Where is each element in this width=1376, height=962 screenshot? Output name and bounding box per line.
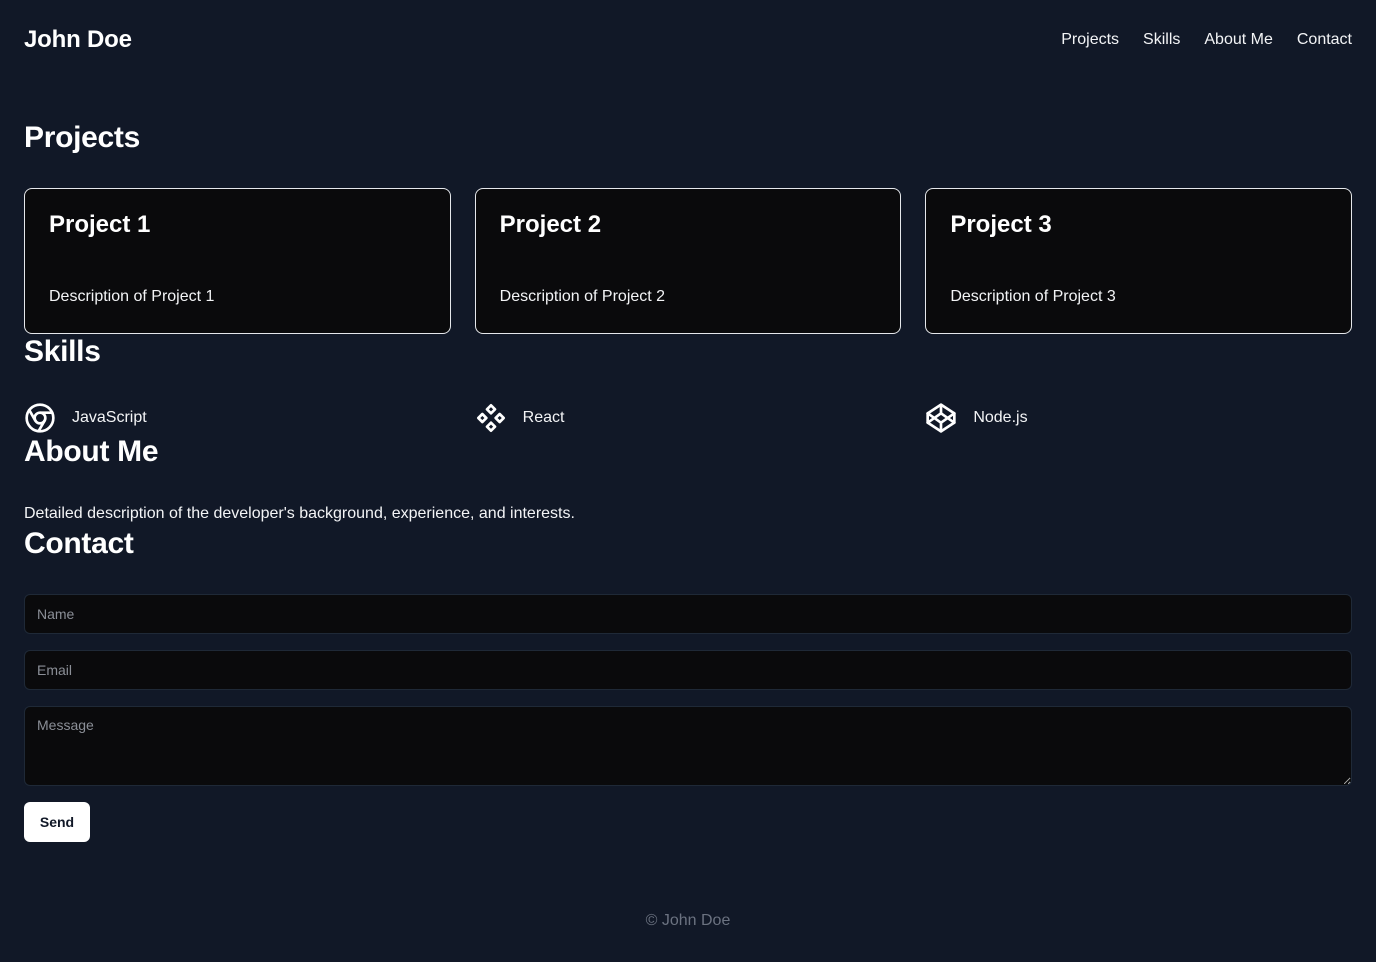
project-description: Description of Project 3	[950, 288, 1116, 305]
project-title: Project 2	[499, 211, 602, 238]
codepen-icon	[926, 403, 956, 433]
about-description: Detailed description of the developer's …	[24, 505, 575, 522]
about-heading: About Me	[24, 435, 159, 468]
project-card[interactable]: Project 3 Description of Project 3	[925, 188, 1352, 334]
skill-label: React	[522, 409, 565, 426]
site-header: John Doe Projects Skills About Me Contac…	[24, 24, 1352, 56]
send-button[interactable]: Send	[24, 802, 90, 842]
project-card[interactable]: Project 1 Description of Project 1	[24, 188, 451, 334]
nav-link-projects[interactable]: Projects	[1061, 31, 1119, 49]
projects-heading: Projects	[24, 121, 140, 154]
brand-name[interactable]: John Doe	[24, 26, 132, 54]
skill-item: React	[475, 400, 902, 436]
skill-item: Node.js	[925, 400, 1352, 436]
skills-list: JavaScript React Node.js	[24, 400, 1352, 436]
email-input[interactable]	[24, 650, 1352, 690]
chrome-icon	[25, 403, 55, 433]
project-card[interactable]: Project 2 Description of Project 2	[474, 188, 902, 334]
contact-heading: Contact	[24, 527, 134, 560]
name-input[interactable]	[24, 594, 1352, 634]
projects-grid: Project 1 Description of Project 1 Proje…	[24, 188, 1352, 334]
site-footer: © John Doe	[645, 912, 731, 929]
main-nav: Projects Skills About Me Contact	[1061, 31, 1352, 49]
project-title: Project 3	[950, 211, 1052, 238]
skill-label: JavaScript	[72, 409, 147, 426]
nav-link-skills[interactable]: Skills	[1143, 31, 1180, 49]
skill-label: Node.js	[973, 409, 1028, 426]
portfolio-page: John Doe Projects Skills About Me Contac…	[0, 0, 1376, 962]
message-textarea[interactable]	[24, 706, 1352, 786]
project-description: Description of Project 1	[49, 288, 215, 305]
skills-heading: Skills	[24, 335, 101, 368]
nav-link-about[interactable]: About Me	[1204, 31, 1272, 49]
diamond-cluster-icon	[476, 404, 505, 432]
nav-link-contact[interactable]: Contact	[1297, 31, 1352, 49]
project-title: Project 1	[49, 211, 151, 238]
project-description: Description of Project 2	[499, 288, 666, 305]
skill-item: JavaScript	[24, 400, 451, 436]
